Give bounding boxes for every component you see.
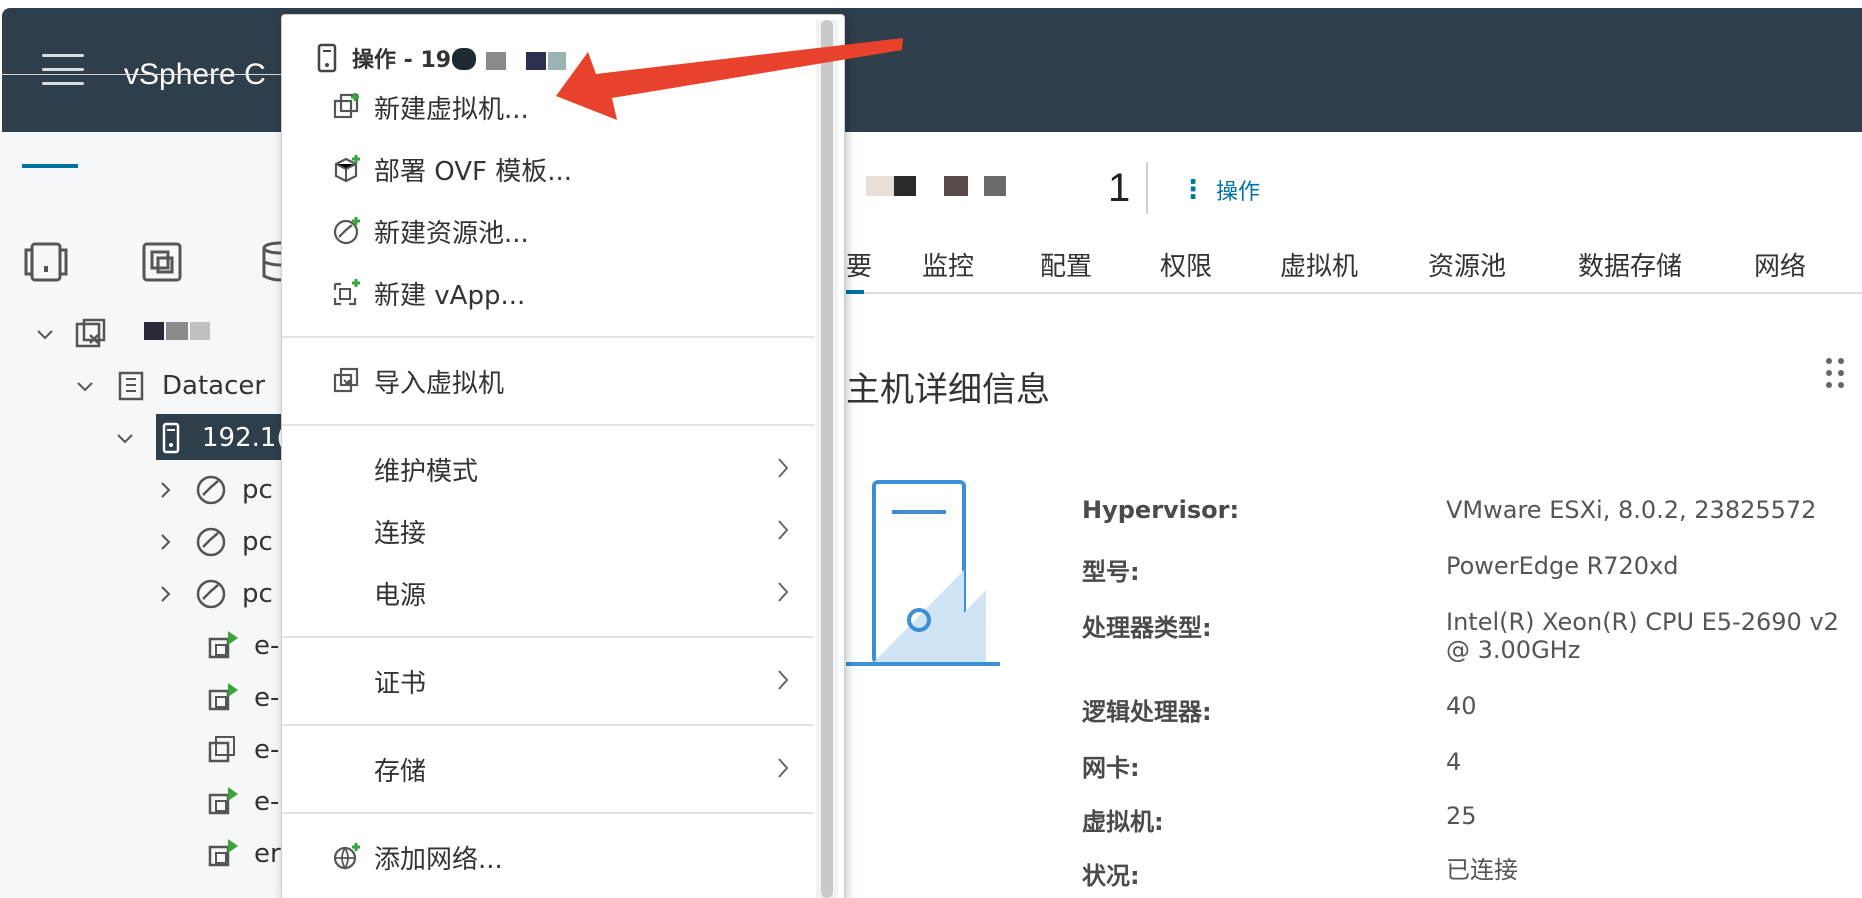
tab-vms[interactable]: 虚拟机: [1280, 246, 1358, 283]
menu-icon[interactable]: [42, 54, 84, 88]
tab-datastores[interactable]: 数据存储: [1578, 246, 1682, 283]
new-vapp-icon: [333, 279, 360, 306]
active-tab-indicator: [846, 290, 864, 294]
tree-item-vm[interactable]: e-: [206, 622, 279, 670]
resource-pool-icon: [196, 527, 226, 557]
tree-item-label: pc: [242, 475, 273, 505]
tree-item-vm[interactable]: e-: [206, 778, 279, 826]
drag-handle-icon[interactable]: [1826, 358, 1846, 388]
tree-item-label: Datacer: [162, 371, 266, 401]
redacted-block: [190, 322, 210, 340]
chevron-right-icon[interactable]: [154, 531, 176, 553]
vsphere-client-window: vSphere C Datacer 192.1( pc pc pc e- e- …: [0, 0, 1862, 898]
chevron-right-icon: [778, 758, 789, 778]
tab-networks[interactable]: 网络: [1754, 246, 1806, 283]
host-icon: [317, 43, 337, 73]
chevron-right-icon[interactable]: [154, 479, 176, 501]
tree-item-vm[interactable]: er: [206, 830, 281, 878]
chevron-right-icon: [778, 582, 789, 602]
chevron-right-icon[interactable]: [154, 583, 176, 605]
context-menu-header: 操作 - 19: [316, 40, 451, 76]
vm-powered-on-icon: [208, 839, 238, 867]
chevron-right-icon: [778, 458, 789, 478]
add-network-icon: [333, 843, 360, 870]
menu-divider: [282, 636, 814, 638]
import-vm-icon: [333, 367, 359, 393]
tree-item-label: er: [254, 839, 281, 869]
host-illustration-icon: [846, 480, 1000, 666]
resource-pool-icon: [196, 475, 226, 505]
vertical-dots-icon: ⋮: [1180, 175, 1206, 205]
header-divider: [1146, 162, 1148, 214]
menu-divider: [282, 336, 814, 338]
tree-item-resource-pool[interactable]: pc: [154, 466, 273, 514]
vm-powered-on-icon: [208, 683, 238, 711]
vms-and-templates-icon[interactable]: [138, 238, 186, 286]
menu-item-power[interactable]: 电源: [282, 566, 814, 618]
tab-summary[interactable]: 要: [846, 246, 872, 283]
menu-item-add-networking[interactable]: 添加网络...: [282, 830, 814, 882]
hosts-and-clusters-icon[interactable]: [22, 238, 70, 286]
vm-icon: [208, 736, 235, 763]
actions-label: 操作: [1216, 180, 1261, 205]
navigator-active-tab-indicator: [22, 164, 78, 168]
redacted-block: [144, 322, 164, 340]
new-vm-icon: [333, 93, 359, 119]
host-icon: [162, 422, 180, 454]
menu-item-new-resource-pool[interactable]: 新建资源池...: [282, 204, 814, 256]
new-resource-pool-icon: [333, 217, 360, 245]
tree-item-label: e-: [254, 735, 280, 765]
redacted-block: [452, 48, 476, 70]
chevron-right-icon: [778, 670, 789, 690]
chevron-down-icon[interactable]: [114, 427, 136, 449]
tab-monitor[interactable]: 监控: [922, 246, 974, 283]
tab-bar: 要 监控 配置 权限 虚拟机 资源池 数据存储 网络: [846, 246, 1862, 294]
chevron-down-icon[interactable]: [34, 323, 56, 345]
tab-resource-pools[interactable]: 资源池: [1428, 246, 1506, 283]
tree-item-label: 192.1(: [202, 423, 287, 453]
datacenter-icon: [118, 371, 144, 401]
menu-item-maintenance-mode[interactable]: 维护模式: [282, 442, 814, 494]
redacted-block: [166, 322, 188, 340]
tree-item-label: e-: [254, 631, 280, 661]
menu-scrollbar-thumb[interactable]: [821, 20, 833, 898]
resource-pool-icon: [196, 579, 226, 609]
tree-item-vcenter[interactable]: [34, 310, 210, 358]
menu-item-storage[interactable]: 存储: [282, 742, 814, 794]
menu-divider: [282, 424, 814, 426]
vm-powered-on-icon: [208, 631, 238, 659]
menu-item-new-vapp[interactable]: 新建 vApp...: [282, 266, 814, 318]
tree-item-label: pc: [242, 527, 273, 557]
menu-item-new-vm[interactable]: 新建虚拟机...: [282, 80, 814, 132]
chevron-down-icon[interactable]: [74, 375, 96, 397]
tree-item-label: e-: [254, 787, 280, 817]
redacted-block: [526, 52, 546, 70]
tree-item-label: e-: [254, 683, 280, 713]
tab-configure[interactable]: 配置: [1040, 246, 1092, 283]
deploy-ovf-icon: [334, 155, 360, 183]
tree-item-label: pc: [242, 579, 273, 609]
tree-item-resource-pool[interactable]: pc: [154, 570, 273, 618]
actions-menu-button[interactable]: ⋮ 操作: [1180, 174, 1260, 206]
navigator-divider: [0, 74, 290, 75]
menu-item-import-vm[interactable]: 导入虚拟机: [282, 354, 814, 406]
vcenter-icon: [75, 318, 106, 348]
app-title: vSphere C: [124, 58, 266, 91]
redacted-block: [548, 52, 566, 70]
menu-item-certificates[interactable]: 证书: [282, 654, 814, 706]
tree-item-host[interactable]: 192.1(: [114, 414, 287, 462]
menu-item-connection[interactable]: 连接: [282, 504, 814, 556]
tree-item-datacenter[interactable]: Datacer: [74, 362, 265, 410]
tree-item-vm[interactable]: e-: [206, 674, 279, 722]
chevron-right-icon: [778, 520, 789, 540]
menu-divider: [282, 724, 814, 726]
menu-divider: [282, 812, 814, 814]
redacted-block: [486, 52, 506, 70]
card-title: 主机详细信息: [846, 370, 1050, 410]
vm-powered-on-icon: [208, 787, 238, 815]
menu-item-deploy-ovf[interactable]: 部署 OVF 模板...: [282, 142, 814, 194]
tab-permissions[interactable]: 权限: [1160, 246, 1212, 283]
tree-item-resource-pool[interactable]: pc: [154, 518, 273, 566]
tree-item-vm[interactable]: e-: [206, 726, 279, 774]
